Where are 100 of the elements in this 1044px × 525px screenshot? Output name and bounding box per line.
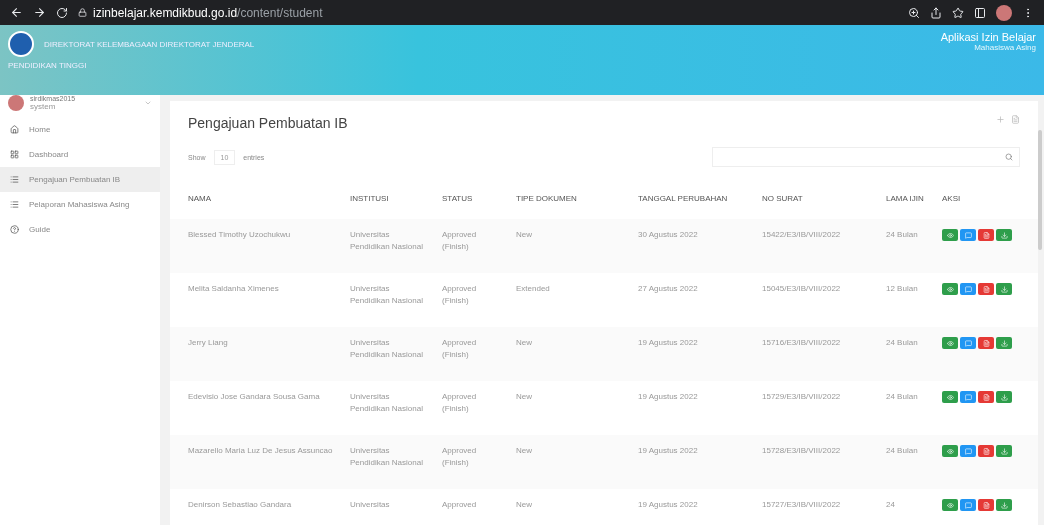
table-cell: 15045/E3/IB/VIII/2022: [756, 273, 880, 327]
scrollbar[interactable]: [1038, 130, 1042, 250]
search-field[interactable]: [712, 147, 1020, 167]
column-header[interactable]: INSTITUSI: [344, 177, 436, 219]
comment-icon: [964, 447, 972, 455]
download-icon: [1000, 501, 1008, 509]
table-cell: Blessed Timothy Uzochukwu: [170, 219, 344, 273]
table-cell: 24 Bulan: [880, 381, 936, 435]
zoom-icon[interactable]: [908, 6, 920, 19]
bookmark-star-icon[interactable]: [952, 6, 964, 19]
sidebar-item[interactable]: Home: [0, 117, 160, 142]
table-cell: Edevisio Jose Gandara Sousa Gama: [170, 381, 344, 435]
reload-icon[interactable]: [56, 6, 68, 19]
table-cell: New: [510, 381, 632, 435]
document-icon: [982, 393, 990, 401]
comment-button[interactable]: [960, 445, 976, 457]
table-cell: 27 Agustus 2022: [632, 273, 756, 327]
comment-button[interactable]: [960, 391, 976, 403]
comment-icon: [964, 501, 972, 509]
table-cell: Jerry Liang: [170, 327, 344, 381]
eye-icon: [946, 285, 954, 293]
table-cell: Approved (Finish): [436, 435, 510, 489]
document-button[interactable]: [978, 337, 994, 349]
logo-icon: [8, 31, 34, 57]
comment-icon: [964, 231, 972, 239]
profile-avatar[interactable]: [996, 4, 1012, 21]
document-icon: [982, 501, 990, 509]
table-cell: Mazarello Maria Luz De Jesus Assuncao: [170, 435, 344, 489]
table-cell: Melita Saldanha Ximenes: [170, 273, 344, 327]
comment-icon: [964, 285, 972, 293]
back-icon[interactable]: [10, 6, 23, 19]
table-cell: Universitas Pendidikan Nasional: [344, 273, 436, 327]
view-button[interactable]: [942, 499, 958, 511]
document-icon: [982, 447, 990, 455]
column-header[interactable]: LAMA IJIN: [880, 177, 936, 219]
table-cell: 15422/E3/IB/VIII/2022: [756, 219, 880, 273]
sidebar-item[interactable]: Guide: [0, 217, 160, 242]
table-cell: Universitas Pendidikan Nasional: [344, 435, 436, 489]
user-role: system: [30, 102, 57, 111]
table-cell: 15727/E3/IB/VIII/2022: [756, 489, 880, 525]
comment-button[interactable]: [960, 337, 976, 349]
document-button[interactable]: [978, 445, 994, 457]
document-button[interactable]: [978, 499, 994, 511]
home-icon: [10, 125, 19, 134]
document-icon[interactable]: [1011, 115, 1020, 124]
column-header[interactable]: TIPE DOKUMEN: [510, 177, 632, 219]
list-icon: [10, 175, 19, 184]
column-header[interactable]: NAMA: [170, 177, 344, 219]
add-icon[interactable]: [996, 115, 1005, 124]
download-button[interactable]: [996, 283, 1012, 295]
document-button[interactable]: [978, 283, 994, 295]
download-button[interactable]: [996, 391, 1012, 403]
forward-icon[interactable]: [33, 6, 46, 19]
user-avatar: [8, 95, 24, 111]
comment-button[interactable]: [960, 283, 976, 295]
comment-button[interactable]: [960, 229, 976, 241]
app-subtitle: Mahasiswa Asing: [973, 43, 1036, 52]
column-header[interactable]: STATUS: [436, 177, 510, 219]
table-cell: 19 Agustus 2022: [632, 381, 756, 435]
comment-icon: [964, 339, 972, 347]
view-button[interactable]: [942, 445, 958, 457]
download-button[interactable]: [996, 445, 1012, 457]
document-button[interactable]: [978, 391, 994, 403]
view-button[interactable]: [942, 283, 958, 295]
column-header[interactable]: AKSI: [936, 177, 1038, 219]
caret-icon[interactable]: [144, 99, 152, 107]
side-panel-icon[interactable]: [974, 6, 986, 19]
view-button[interactable]: [942, 337, 958, 349]
download-icon: [1000, 231, 1008, 239]
share-icon[interactable]: [930, 6, 942, 19]
comment-button[interactable]: [960, 499, 976, 511]
column-header[interactable]: NO SURAT: [756, 177, 880, 219]
view-button[interactable]: [942, 229, 958, 241]
search-icon: [1005, 153, 1013, 161]
document-button[interactable]: [978, 229, 994, 241]
table-cell: New: [510, 435, 632, 489]
sidebar-item[interactable]: Pelaporan Mahasiswa Asing: [0, 192, 160, 217]
download-button[interactable]: [996, 337, 1012, 349]
document-icon: [982, 231, 990, 239]
table-cell: Denirson Sebastiao Gandara: [170, 489, 344, 525]
table-cell: New: [510, 327, 632, 381]
document-icon: [982, 339, 990, 347]
table-cell: Universitas Pendidikan Nasional: [344, 219, 436, 273]
download-icon: [1000, 339, 1008, 347]
app-title: Aplikasi Izin Belajar: [940, 31, 1036, 43]
table-cell: Approved (Finish): [436, 273, 510, 327]
help-icon: [10, 225, 19, 234]
column-header[interactable]: TANGGAL PERUBAHAN: [632, 177, 756, 219]
eye-icon: [946, 447, 954, 455]
download-button[interactable]: [996, 499, 1012, 511]
document-icon: [982, 285, 990, 293]
table-cell: 15729/E3/IB/VIII/2022: [756, 381, 880, 435]
table-cell: 15728/E3/IB/VIII/2022: [756, 435, 880, 489]
eye-icon: [946, 393, 954, 401]
table-cell: 15716/E3/IB/VIII/2022: [756, 327, 880, 381]
view-button[interactable]: [942, 391, 958, 403]
table-cell: Extended: [510, 273, 632, 327]
download-button[interactable]: [996, 229, 1012, 241]
table-cell: 19 Agustus 2022: [632, 327, 756, 381]
sidebar-item[interactable]: Dashboard: [0, 142, 160, 167]
